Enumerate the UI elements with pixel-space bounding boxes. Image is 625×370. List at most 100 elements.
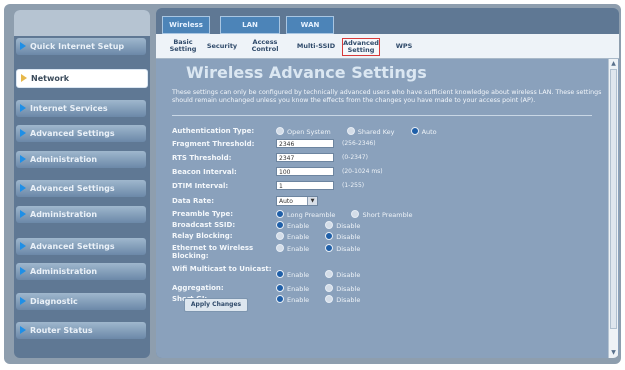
radio-eth-disable[interactable]: Disable [325, 244, 360, 253]
subtab-access-control[interactable]: Access Control [248, 38, 282, 54]
radio-multicast-disable[interactable]: Disable [325, 270, 360, 279]
sidebar-item-quick-internet-setup[interactable]: Quick Internet Setup [16, 38, 146, 55]
short-gi-options: Enable Disable [276, 295, 374, 304]
rts-threshold-hint: (0-2347) [342, 154, 368, 161]
page-title: Wireless Advance Settings [186, 63, 427, 82]
sidebar-item-administration-3[interactable]: Administration [16, 263, 146, 280]
radio-multicast-enable[interactable]: Enable [276, 270, 309, 279]
tab-lan[interactable]: LAN [220, 16, 280, 34]
sidebar-item-network[interactable]: Network [16, 69, 148, 88]
tab-wireless[interactable]: Wireless [162, 16, 210, 34]
main-panel: Wireless LAN WAN Basic Setting Security … [156, 8, 619, 358]
label-preamble-type: Preamble Type: [172, 210, 234, 218]
sidebar-item-router-status[interactable]: Router Status [16, 322, 146, 339]
sidebar: Quick Internet Setup Network Internet Se… [14, 10, 150, 358]
vertical-scrollbar[interactable]: ▲ ▼ [608, 59, 618, 358]
tab-wan[interactable]: WAN [286, 16, 334, 34]
divider [172, 115, 592, 116]
radio-short-gi-disable[interactable]: Disable [325, 295, 360, 304]
arrow-icon [20, 129, 26, 137]
radio-aggregation-disable[interactable]: Disable [325, 284, 360, 293]
radio-selected-icon [325, 232, 334, 240]
radio-icon [325, 284, 334, 292]
subtab-basic-setting[interactable]: Basic Setting [162, 38, 204, 54]
radio-auto[interactable]: Auto [410, 127, 437, 136]
sidebar-item-advanced-settings-3[interactable]: Advanced Settings [16, 238, 146, 255]
radio-eth-enable[interactable]: Enable [276, 244, 309, 253]
arrow-icon [20, 210, 26, 218]
sidebar-item-administration-2[interactable]: Administration [16, 206, 146, 223]
radio-icon [325, 221, 334, 229]
radio-broadcast-enable[interactable]: Enable [276, 221, 309, 230]
label-multicast-to-unicast: Wifi Multicast to Unicast: [172, 265, 272, 273]
radio-aggregation-enable[interactable]: Enable [276, 284, 309, 293]
radio-broadcast-disable[interactable]: Disable [325, 221, 360, 230]
eth-wireless-options: Enable Disable [276, 244, 374, 253]
settings-content: Wireless Advance Settings These settings… [156, 59, 619, 358]
scroll-down-icon[interactable]: ▼ [610, 349, 617, 357]
relay-blocking-options: Enable Disable [276, 232, 374, 241]
radio-icon [276, 244, 284, 252]
radio-short-preamble[interactable]: Short Preamble [351, 210, 413, 219]
scrollbar-thumb[interactable] [610, 69, 617, 329]
subtab-multi-ssid[interactable]: Multi-SSID [296, 38, 336, 54]
sidebar-item-internet-services[interactable]: Internet Services [16, 100, 146, 117]
radio-relay-enable[interactable]: Enable [276, 232, 309, 241]
arrow-icon [20, 42, 26, 50]
radio-selected-icon [276, 221, 284, 229]
aggregation-options: Enable Disable [276, 284, 374, 293]
arrow-icon [20, 155, 26, 163]
data-rate-select[interactable]: Auto ▼ [276, 196, 318, 206]
dtim-interval-input[interactable]: 1 [276, 181, 334, 190]
radio-icon [346, 127, 355, 135]
arrow-icon [21, 74, 27, 82]
beacon-interval-hint: (20-1024 ms) [342, 168, 383, 175]
radio-icon [325, 295, 334, 303]
radio-icon [276, 232, 284, 240]
apply-changes-button[interactable]: Apply Changes [184, 298, 248, 312]
label-authentication-type: Authentication Type: [172, 127, 255, 135]
arrow-icon [20, 297, 26, 305]
radio-selected-icon [276, 295, 284, 303]
label-fragment-threshold: Fragment Threshold: [172, 140, 255, 148]
radio-icon [351, 210, 360, 218]
radio-selected-icon [325, 244, 334, 252]
sidebar-item-advanced-settings[interactable]: Advanced Settings [16, 125, 146, 142]
sidebar-item-advanced-settings-2[interactable]: Advanced Settings [16, 180, 146, 197]
radio-relay-disable[interactable]: Disable [325, 232, 360, 241]
sidebar-item-administration[interactable]: Administration [16, 151, 146, 168]
beacon-interval-input[interactable]: 100 [276, 167, 334, 176]
subtab-security[interactable]: Security [204, 38, 240, 54]
subtab-advanced-setting[interactable]: Advanced Setting [342, 38, 380, 56]
radio-open-system[interactable]: Open System [276, 127, 331, 136]
arrow-icon [20, 242, 26, 250]
fragment-threshold-hint: (256-2346) [342, 140, 376, 147]
radio-selected-icon [276, 270, 284, 278]
radio-long-preamble[interactable]: Long Preamble [276, 210, 335, 219]
page-description: These settings can only be configured by… [172, 89, 602, 104]
label-relay-blocking: Relay Blocking: [172, 232, 233, 240]
radio-short-gi-enable[interactable]: Enable [276, 295, 309, 304]
label-broadcast-ssid: Broadcast SSID: [172, 221, 236, 229]
dtim-interval-hint: (1-255) [342, 182, 365, 189]
label-eth-to-wireless-blocking: Ethernet to Wireless Blocking: [172, 244, 254, 260]
subtab-wps[interactable]: WPS [390, 38, 418, 54]
arrow-icon [20, 184, 26, 192]
auth-type-options: Open System Shared Key Auto [276, 127, 451, 136]
rts-threshold-input[interactable]: 2347 [276, 153, 334, 162]
multicast-options: Enable Disable [276, 270, 374, 279]
radio-icon [276, 127, 284, 135]
radio-selected-icon [410, 127, 419, 135]
chevron-down-icon: ▼ [307, 197, 317, 205]
broadcast-ssid-options: Enable Disable [276, 221, 374, 230]
preamble-options: Long Preamble Short Preamble [276, 210, 427, 219]
scroll-up-icon[interactable]: ▲ [610, 60, 617, 68]
sub-tabs: Basic Setting Security Access Control Mu… [156, 34, 619, 59]
sidebar-item-diagnostic[interactable]: Diagnostic [16, 293, 146, 310]
radio-shared-key[interactable]: Shared Key [346, 127, 394, 136]
arrow-icon [20, 104, 26, 112]
radio-icon [325, 270, 334, 278]
label-dtim-interval: DTIM Interval: [172, 182, 229, 190]
arrow-icon [20, 326, 26, 334]
fragment-threshold-input[interactable]: 2346 [276, 139, 334, 148]
